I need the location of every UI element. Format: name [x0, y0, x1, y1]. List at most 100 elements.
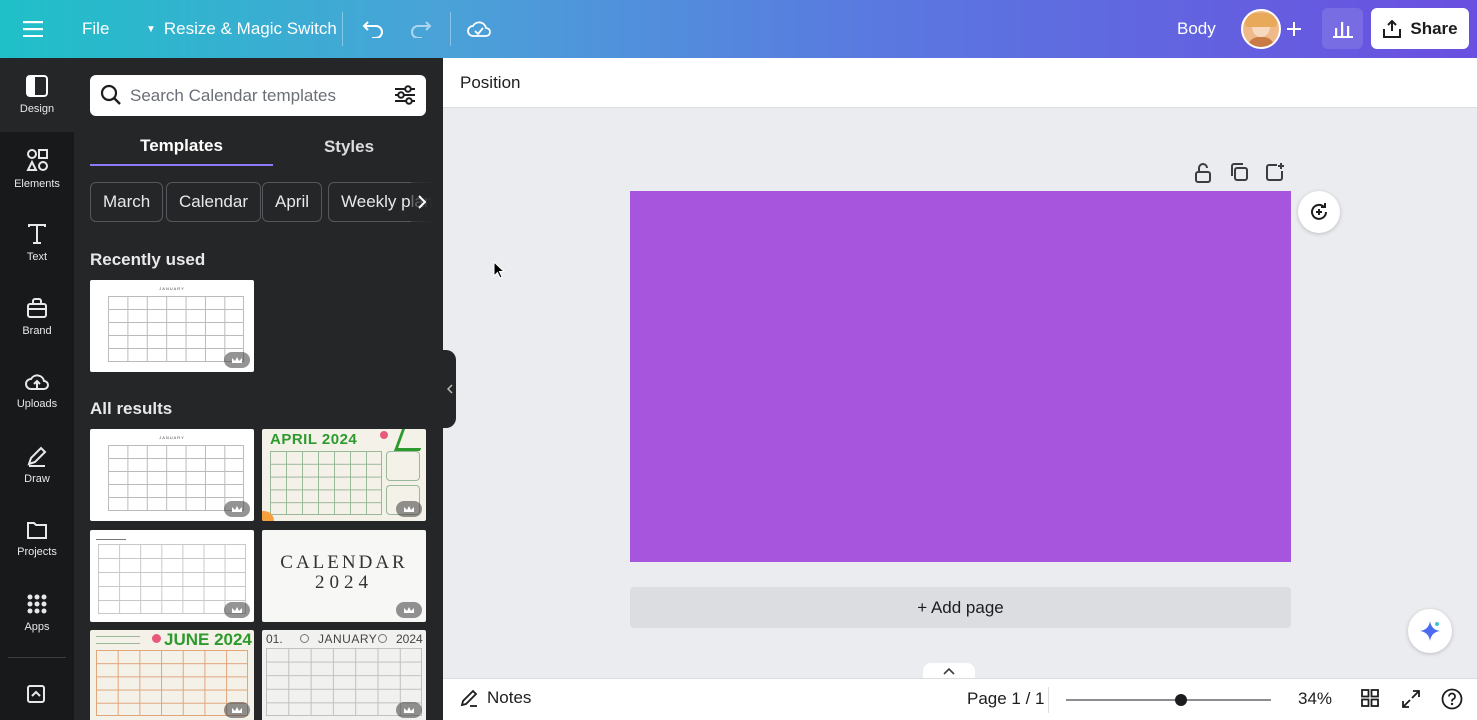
- menu-button[interactable]: [18, 14, 48, 44]
- fullscreen-icon: [1402, 690, 1420, 708]
- template-thumb-calendar-2024[interactable]: CALENDAR 2024: [262, 530, 426, 622]
- premium-badge: [224, 501, 250, 517]
- share-button[interactable]: Share: [1371, 8, 1469, 49]
- file-menu[interactable]: File: [82, 0, 109, 58]
- analytics-icon: [1332, 21, 1353, 38]
- design-icon: [26, 75, 48, 97]
- mouse-cursor: [493, 260, 506, 284]
- rail-item-elements[interactable]: Elements: [0, 132, 74, 206]
- design-page[interactable]: [630, 191, 1291, 562]
- text-icon: [28, 224, 46, 244]
- rail-item-more[interactable]: [0, 664, 74, 720]
- zoom-level[interactable]: 34%: [1298, 689, 1332, 709]
- page-indicator[interactable]: Page 1 / 1: [967, 689, 1045, 709]
- thumb-title: JANUARY: [159, 435, 185, 440]
- side-rail: Design Elements Text Brand Uploads Draw …: [0, 58, 74, 720]
- redo-icon: [411, 21, 432, 38]
- magic-media-icon: [27, 685, 45, 703]
- undo-button[interactable]: [358, 14, 388, 44]
- chip-row: March Calendar April Weekly plan: [74, 58, 432, 228]
- add-page-icon: [1266, 163, 1284, 181]
- analytics-button[interactable]: [1322, 8, 1363, 49]
- add-page-icon-button[interactable]: [1265, 162, 1287, 184]
- brand-icon: [27, 298, 47, 318]
- position-button[interactable]: Position: [460, 73, 520, 93]
- template-thumb-january-recent[interactable]: JANUARY: [90, 280, 254, 372]
- rail-label: Design: [19, 103, 55, 115]
- resize-label: Resize & Magic Switch: [163, 19, 337, 38]
- crown-icon: [404, 607, 414, 613]
- premium-badge: [396, 702, 422, 718]
- rail-label: Projects: [17, 546, 57, 558]
- grid-view-icon: [1361, 689, 1379, 707]
- leaf-decoration: [393, 429, 426, 451]
- rail-item-uploads[interactable]: Uploads: [0, 354, 74, 428]
- cursor-icon: [493, 260, 506, 279]
- rail-item-projects[interactable]: Projects: [0, 502, 74, 576]
- bottom-bar: Notes Page 1 / 1 34%: [443, 678, 1477, 720]
- rail-item-apps[interactable]: Apps: [0, 576, 74, 650]
- rail-label: Uploads: [16, 398, 58, 410]
- thumb-title: JUNE 2024: [164, 630, 252, 649]
- elements-icon: [26, 149, 48, 171]
- chevron-right-icon: [418, 195, 426, 209]
- resize-magic-switch-button[interactable]: ▼ Resize & Magic Switch: [146, 0, 337, 58]
- crown-icon: [404, 506, 414, 512]
- lock-page-button[interactable]: [1193, 162, 1215, 184]
- flower-decoration: [152, 634, 161, 643]
- chip-april[interactable]: April: [262, 182, 323, 222]
- dot-decoration: [378, 634, 387, 643]
- rail-item-text[interactable]: Text: [0, 206, 74, 280]
- canva-assistant-button[interactable]: [1408, 609, 1452, 653]
- rail-label: Brand: [22, 325, 52, 337]
- grid-view-button[interactable]: [1361, 689, 1383, 711]
- rail-item-design[interactable]: Design: [0, 58, 74, 132]
- premium-badge: [396, 501, 422, 517]
- draw-icon: [27, 446, 47, 467]
- invite-button[interactable]: [1283, 14, 1305, 44]
- template-thumb-june-2024[interactable]: JUNE 2024: [90, 630, 254, 720]
- thumb-title: CALENDAR: [280, 552, 408, 573]
- template-thumb-january[interactable]: JANUARY: [90, 429, 254, 521]
- divider: [342, 12, 343, 46]
- add-page-button[interactable]: + Add page: [630, 587, 1291, 628]
- redo-button[interactable]: [406, 14, 436, 44]
- show-pages-button[interactable]: [923, 663, 975, 679]
- rail-label: Text: [26, 251, 48, 263]
- template-thumb-january-2024[interactable]: 01. JANUARY 2024: [262, 630, 426, 720]
- zoom-slider-handle[interactable]: [1175, 694, 1187, 706]
- divider: [1048, 687, 1049, 713]
- lock-icon: [1195, 163, 1211, 183]
- thumb-year: 2024: [315, 572, 373, 593]
- divider: [8, 657, 66, 658]
- rail-item-draw[interactable]: Draw: [0, 428, 74, 502]
- chevron-left-icon: [446, 384, 453, 394]
- notes-button[interactable]: Notes: [459, 688, 531, 708]
- template-thumb-minimal-calendar[interactable]: [90, 530, 254, 622]
- chip-calendar[interactable]: Calendar: [166, 182, 261, 222]
- collapse-panel-button[interactable]: [443, 350, 456, 428]
- save-status-button[interactable]: [464, 14, 494, 44]
- chip-scroll-right-button[interactable]: [411, 182, 433, 222]
- font-indicator[interactable]: Body: [1177, 0, 1216, 58]
- calendar-grid: [98, 544, 246, 614]
- thumb-title: APRIL 2024: [270, 431, 358, 448]
- crown-icon: [232, 506, 242, 512]
- duplicate-page-button[interactable]: [1229, 162, 1251, 184]
- help-button[interactable]: [1441, 688, 1465, 712]
- avatar[interactable]: [1241, 9, 1281, 49]
- calendar-grid: [108, 296, 244, 362]
- cloud-save-icon: [467, 21, 491, 37]
- rail-item-brand[interactable]: Brand: [0, 280, 74, 354]
- fullscreen-button[interactable]: [1401, 689, 1423, 711]
- rail-label: Draw: [24, 473, 50, 485]
- top-bar: File ▼ Resize & Magic Switch Body Share: [0, 0, 1477, 58]
- dot-decoration: [300, 634, 309, 643]
- template-thumb-april-2024[interactable]: APRIL 2024: [262, 429, 426, 521]
- projects-icon: [27, 522, 47, 539]
- zoom-slider[interactable]: [1066, 694, 1271, 706]
- calendar-grid: [108, 445, 244, 511]
- refresh-button[interactable]: [1298, 191, 1340, 233]
- premium-badge: [396, 602, 422, 618]
- chip-march[interactable]: March: [90, 182, 164, 222]
